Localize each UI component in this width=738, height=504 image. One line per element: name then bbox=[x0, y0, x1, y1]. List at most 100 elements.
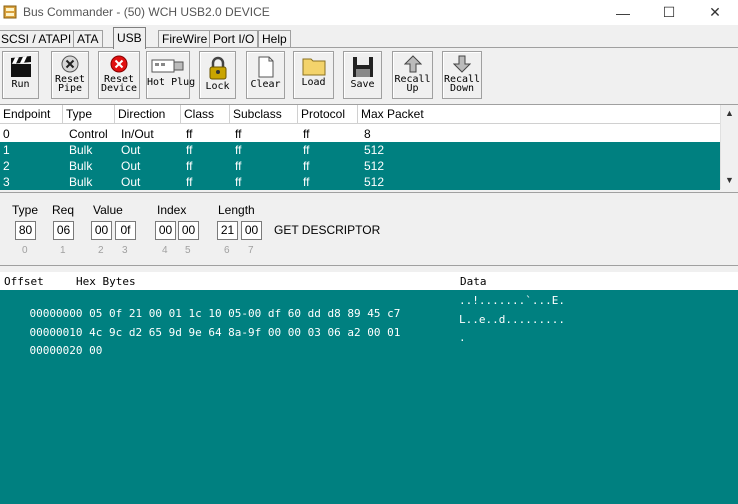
tab-ata[interactable]: ATA bbox=[73, 30, 103, 48]
table-row[interactable]: 0 Control In/Out ff ff ff 8 bbox=[0, 126, 720, 142]
tab-scsi-atapi[interactable]: SCSI / ATAPI bbox=[0, 30, 76, 48]
stop-red-icon bbox=[110, 55, 128, 73]
reset-device-button[interactable]: Reset Device bbox=[98, 51, 140, 99]
hex-bytes: 4c 9c d2 65 9d 9e 64 8a-9f 00 00 03 06 a… bbox=[89, 326, 401, 339]
clear-label: Clear bbox=[250, 79, 281, 90]
byte-field-4[interactable]: 00 bbox=[155, 221, 176, 240]
hex-header: Offset Hex Bytes Data bbox=[0, 272, 738, 290]
index-label: Index bbox=[157, 203, 187, 217]
recall-up-label: Recall Up bbox=[394, 74, 431, 94]
byte-field-7[interactable]: 00 bbox=[241, 221, 262, 240]
title-bar: Bus Commander - (50) WCH USB2.0 DEVICE —… bbox=[0, 0, 738, 25]
hex-dump-panel[interactable]: 00000000 05 0f 21 00 01 1c 10 05-00 df 6… bbox=[0, 290, 738, 504]
tab-port-io[interactable]: Port I/O bbox=[209, 30, 259, 48]
cell-class: ff bbox=[186, 127, 193, 141]
recall-down-label: Recall Down bbox=[443, 74, 481, 94]
cell-type: Control bbox=[69, 127, 108, 141]
col-endpoint[interactable]: Endpoint bbox=[0, 105, 63, 124]
byte-field-6[interactable]: 21 bbox=[217, 221, 238, 240]
col-protocol[interactable]: Protocol bbox=[298, 105, 358, 124]
offset-header: Offset bbox=[4, 275, 44, 288]
table-row[interactable]: 2 Bulk Out ff ff ff 512 bbox=[0, 158, 720, 174]
reset-device-label: Reset Device bbox=[100, 74, 138, 94]
col-class[interactable]: Class bbox=[181, 105, 230, 124]
table-row[interactable]: 1 Bulk Out ff ff ff 512 bbox=[0, 142, 720, 158]
toolbar: Run Reset Pipe Reset Device Hot Plug Loc… bbox=[0, 49, 738, 99]
cell-max-packet: 512 bbox=[364, 143, 385, 157]
cell-type: Bulk bbox=[69, 159, 93, 173]
cell-endpoint: 1 bbox=[3, 143, 10, 157]
recall-up-button[interactable]: Recall Up bbox=[392, 51, 433, 99]
hex-bytes-header: Hex Bytes bbox=[76, 275, 136, 288]
table-row[interactable]: 3 Bulk Out ff ff ff 512 bbox=[0, 174, 720, 190]
hex-row: 00000020 00 bbox=[3, 331, 103, 370]
clapperboard-icon bbox=[10, 56, 31, 77]
tab-firewire[interactable]: FireWire bbox=[158, 30, 212, 48]
cell-max-packet: 512 bbox=[364, 159, 385, 173]
blank-page-icon bbox=[258, 56, 273, 78]
byte-index: 2 bbox=[98, 245, 104, 256]
byte-field-5[interactable]: 00 bbox=[178, 221, 199, 240]
tab-usb[interactable]: USB bbox=[113, 27, 146, 49]
run-label: Run bbox=[11, 79, 30, 90]
close-button[interactable]: ✕ bbox=[692, 0, 738, 25]
hex-ascii: ..!.......`...E. bbox=[459, 294, 565, 307]
col-type[interactable]: Type bbox=[63, 105, 115, 124]
save-button[interactable]: Save bbox=[343, 51, 382, 99]
tab-divider bbox=[0, 47, 738, 48]
cell-direction: Out bbox=[121, 175, 141, 189]
scroll-down-icon[interactable]: ▼ bbox=[721, 172, 738, 189]
byte-index: 6 bbox=[224, 245, 230, 256]
cell-max-packet: 8 bbox=[364, 127, 371, 141]
byte-field-2[interactable]: 00 bbox=[91, 221, 112, 240]
type-label: Type bbox=[12, 203, 39, 217]
cell-type: Bulk bbox=[69, 175, 93, 189]
hot-plug-button[interactable]: Hot Plug bbox=[146, 51, 195, 99]
cell-class: ff bbox=[186, 175, 193, 189]
cell-subclass: ff bbox=[235, 143, 242, 157]
cell-endpoint: 0 bbox=[3, 127, 10, 141]
maximize-button[interactable]: ☐ bbox=[646, 0, 692, 25]
byte-index: 0 bbox=[22, 245, 28, 256]
hex-bytes: 00 bbox=[89, 344, 103, 357]
byte-index: 4 bbox=[162, 245, 168, 256]
minimize-button[interactable]: — bbox=[600, 0, 646, 25]
cell-protocol: ff bbox=[303, 127, 310, 141]
endpoint-scrollbar[interactable]: ▲ ▼ bbox=[720, 105, 738, 189]
cell-protocol: ff bbox=[303, 143, 310, 157]
scroll-up-icon[interactable]: ▲ bbox=[721, 105, 738, 122]
cell-endpoint: 2 bbox=[3, 159, 10, 173]
cell-protocol: ff bbox=[303, 159, 310, 173]
col-max-packet[interactable]: Max Packet bbox=[358, 105, 720, 124]
byte-field-0[interactable]: 80 bbox=[15, 221, 36, 240]
window-title: Bus Commander - (50) WCH USB2.0 DEVICE bbox=[23, 5, 270, 19]
cell-subclass: ff bbox=[235, 127, 242, 141]
close-icon: ✕ bbox=[709, 4, 721, 20]
data-header: Data bbox=[460, 275, 487, 288]
usb-plug-icon bbox=[151, 59, 184, 73]
byte-field-1[interactable]: 06 bbox=[53, 221, 74, 240]
hex-ascii: . bbox=[459, 331, 466, 344]
recall-down-button[interactable]: Recall Down bbox=[442, 51, 482, 99]
col-direction[interactable]: Direction bbox=[115, 105, 181, 124]
save-label: Save bbox=[350, 79, 375, 90]
reset-pipe-button[interactable]: Reset Pipe bbox=[51, 51, 89, 99]
byte-index: 5 bbox=[185, 245, 191, 256]
cell-class: ff bbox=[186, 143, 193, 157]
byte-field-3[interactable]: 0f bbox=[115, 221, 136, 240]
endpoint-table: Endpoint Type Direction Class Subclass P… bbox=[0, 104, 738, 190]
clear-button[interactable]: Clear bbox=[246, 51, 285, 99]
tab-help[interactable]: Help bbox=[258, 30, 291, 48]
load-button[interactable]: Load bbox=[293, 51, 334, 99]
cell-protocol: ff bbox=[303, 175, 310, 189]
hex-offset: 00000020 bbox=[29, 344, 83, 357]
run-button[interactable]: Run bbox=[2, 51, 39, 99]
cell-class: ff bbox=[186, 159, 193, 173]
cell-type: Bulk bbox=[69, 143, 93, 157]
folder-icon bbox=[302, 58, 325, 76]
col-subclass[interactable]: Subclass bbox=[230, 105, 298, 124]
arrow-down-icon bbox=[453, 55, 471, 73]
app-icon bbox=[3, 5, 17, 19]
hex-ascii: L..e..d......... bbox=[459, 313, 565, 326]
lock-button[interactable]: Lock bbox=[199, 51, 236, 99]
